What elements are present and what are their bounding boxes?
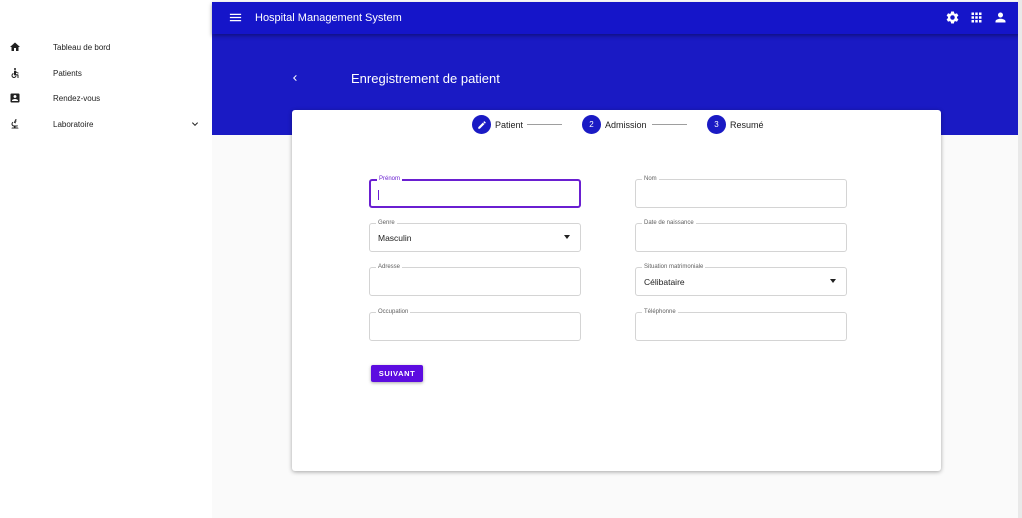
select-value: Masculin: [378, 233, 412, 243]
chevron-left-icon[interactable]: [289, 71, 301, 85]
nom-field[interactable]: Nom: [635, 174, 847, 208]
dropdown-arrow-icon: [564, 235, 570, 239]
field-label: Téléphonne: [642, 307, 678, 317]
step-label: Admission: [605, 119, 647, 130]
sidebar-item-label: Tableau de bord: [53, 42, 111, 52]
situation-select[interactable]: Situation matrimoniale Célibataire: [635, 262, 847, 296]
select-value: Célibataire: [644, 277, 685, 287]
sidebar: Tableau de bord Patients Rendez-vous Lab…: [0, 0, 212, 518]
home-icon: [8, 40, 22, 54]
menu-icon[interactable]: [228, 10, 243, 25]
genre-select[interactable]: Genre Masculin: [369, 218, 581, 252]
sidebar-item-patients[interactable]: Patients: [0, 61, 212, 85]
microscope-icon: [8, 117, 22, 131]
top-app-bar: Hospital Management System: [212, 2, 1022, 34]
sidebar-item-dashboard[interactable]: Tableau de bord: [0, 35, 212, 59]
adresse-field[interactable]: Adresse: [369, 262, 581, 296]
field-label: Nom: [642, 174, 659, 184]
prenom-field[interactable]: Prénom: [369, 174, 581, 208]
field-label: Occupation: [376, 307, 411, 317]
sidebar-item-laboratory[interactable]: Laboratoire: [0, 112, 212, 136]
apps-icon[interactable]: [969, 10, 984, 25]
sidebar-item-label: Rendez-vous: [53, 93, 101, 103]
text-caret: [378, 190, 379, 200]
date-naissance-field[interactable]: Date de naissance: [635, 218, 847, 252]
field-label: Situation matrimoniale: [642, 262, 706, 272]
step-connector: [652, 124, 687, 125]
step-connector: [527, 124, 562, 125]
scrollbar-track: [1018, 0, 1022, 518]
step-number: 3: [707, 115, 726, 134]
app-title: Hospital Management System: [255, 12, 402, 24]
pencil-icon: [472, 115, 491, 134]
account-icon[interactable]: [993, 10, 1008, 25]
sidebar-item-label: Laboratoire: [53, 119, 94, 129]
sidebar-item-label: Patients: [53, 68, 82, 78]
step-number: 2: [582, 115, 601, 134]
field-label: Genre: [376, 218, 397, 228]
step-resume[interactable]: 3 Resumé: [707, 115, 764, 134]
registration-card: Patient 2 Admission 3 Resumé Prénom Nom …: [292, 110, 941, 471]
telephone-field[interactable]: Téléphonne: [635, 307, 847, 341]
next-button[interactable]: SUIVANT: [371, 365, 423, 382]
sidebar-item-appointments[interactable]: Rendez-vous: [0, 86, 212, 110]
step-patient[interactable]: Patient: [472, 115, 523, 134]
occupation-field[interactable]: Occupation: [369, 307, 581, 341]
field-label: Date de naissance: [642, 218, 696, 228]
contact-card-icon: [8, 91, 22, 105]
step-admission[interactable]: 2 Admission: [582, 115, 647, 134]
chevron-down-icon[interactable]: [189, 118, 201, 130]
step-label: Resumé: [730, 119, 764, 130]
page-title: Enregistrement de patient: [351, 71, 500, 86]
accessible-icon: [8, 66, 22, 80]
field-label: Prénom: [377, 174, 403, 184]
settings-icon[interactable]: [945, 10, 960, 25]
field-label: Adresse: [376, 262, 403, 272]
step-label: Patient: [495, 119, 524, 130]
dropdown-arrow-icon: [830, 279, 836, 283]
